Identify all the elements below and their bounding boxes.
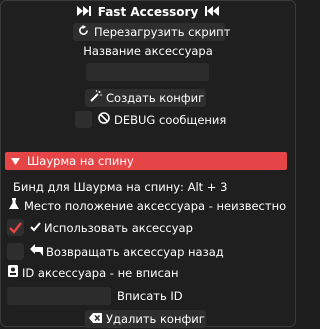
create-config-button[interactable]: Создать конфиг	[85, 89, 206, 107]
flask-icon	[7, 198, 21, 214]
use-accessory-label: Использовать аксессуар	[44, 221, 193, 235]
collapse-arrow-icon	[11, 154, 21, 172]
id-text: ID аксессуара - не вписан	[22, 266, 179, 280]
fast-accessory-window: Fast Accessory Перезагрузить скрипт Назв…	[0, 0, 296, 328]
section-header[interactable]: Шаурма на спину	[5, 152, 287, 170]
reload-script-label: Перезагрузить скрипт	[94, 25, 231, 39]
debug-checkbox[interactable]	[75, 111, 92, 128]
create-config-label: Создать конфиг	[106, 91, 205, 105]
debug-label: DEBUG сообщения	[114, 113, 227, 127]
return-accessory-label: Возвращать аксессуар назад	[46, 245, 224, 259]
no-bug-icon	[97, 112, 111, 128]
location-text: Место положение аксессуара - неизвестно	[24, 199, 287, 213]
id-badge-icon	[7, 265, 19, 281]
debug-row: DEBUG сообщения	[97, 112, 226, 128]
return-accessory-checkbox[interactable]	[7, 243, 24, 260]
accessory-id-input[interactable]	[7, 287, 111, 305]
window-title-bar: Fast Accessory	[1, 3, 295, 20]
backspace-icon	[89, 311, 102, 329]
fast-forward-icon	[76, 4, 91, 20]
bind-text: Бинд для Шаурма на спину: Alt + 3	[13, 180, 228, 194]
reload-icon	[77, 24, 90, 42]
magic-wand-icon	[89, 90, 102, 108]
window-title: Fast Accessory	[97, 4, 199, 19]
return-accessory-row: Возвращать аксессуар назад	[29, 244, 224, 260]
delete-config-label: Удалить конфиг	[106, 312, 205, 326]
delete-config-button[interactable]: Удалить конфиг	[85, 310, 206, 328]
fast-backward-icon	[205, 4, 220, 20]
accessory-name-label: Название аксессуара	[83, 44, 213, 58]
reply-arrow-icon	[29, 244, 43, 260]
reload-script-button[interactable]: Перезагрузить скрипт	[73, 23, 230, 42]
check-icon	[29, 220, 41, 236]
checkmark-icon	[9, 222, 22, 234]
id-row: ID аксессуара - не вписан	[7, 265, 179, 281]
use-accessory-checkbox[interactable]	[7, 219, 24, 236]
section-title: Шаурма на спину	[27, 154, 134, 168]
enter-id-label: Вписать ID	[117, 289, 183, 303]
use-accessory-row: Использовать аксессуар	[29, 220, 193, 236]
location-row: Место положение аксессуара - неизвестно	[7, 198, 286, 214]
accessory-name-input[interactable]	[86, 63, 209, 81]
